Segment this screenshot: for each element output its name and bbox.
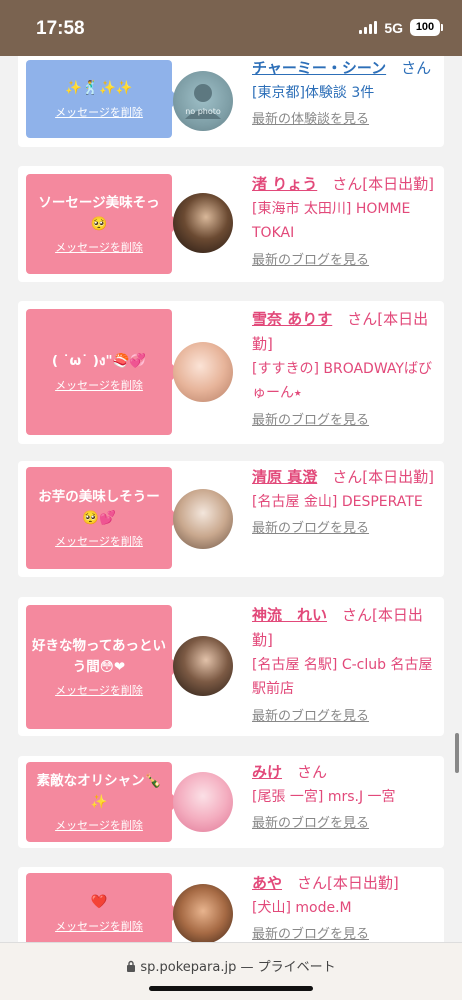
honorific: さん [342,606,373,624]
domain-text: sp.pokepara.jp [140,960,237,975]
card-info: 渚 りょう さん[本日出勤] [東海市 太田川] HOMME TOKAI 最新の… [252,172,442,268]
honorific: さん [332,175,363,193]
avatar[interactable] [173,772,233,832]
photo-placeholder-label: no photo [185,107,221,116]
latest-blog-link[interactable]: 最新のブログを見る [252,409,442,428]
profile-name-link[interactable]: みけ [252,763,282,781]
delete-message-link[interactable]: メッセージを削除 [55,918,143,934]
latest-blog-link[interactable]: 最新のブログを見る [252,249,442,268]
delete-message-link[interactable]: メッセージを削除 [55,682,143,698]
avatar[interactable] [173,489,233,549]
location-text: [東京都]体験談 3件 [252,84,375,101]
avatar[interactable] [173,193,233,253]
no-photo-icon [185,84,221,119]
delete-message-link[interactable]: メッセージを削除 [55,533,143,549]
message-feed[interactable]: ✨🕺✨✨ メッセージを削除 no photo チャーミー・シーン さん [東京都… [0,56,462,942]
status-time: 17:58 [36,18,85,39]
card-info: 神流 れい さん[本日出勤] [名古屋 名駅] C-club 名古屋駅前店 最新… [252,603,442,724]
latest-blog-link[interactable]: 最新のブログを見る [252,923,442,942]
avatar[interactable]: no photo [173,71,233,131]
message-card: お芋の美味しそうー🥺💕 メッセージを削除 清原 真澄 さん[本日出勤] [名古屋… [18,461,444,577]
honorific: さん [401,59,432,77]
honorific: さん [297,874,328,892]
browser-address-bar[interactable]: sp.pokepara.jp — プライベート [0,942,462,1000]
honorific: さん [332,468,363,486]
card-info: チャーミー・シーン さん [東京都]体験談 3件 最新の体験談を見る [252,56,442,127]
profile-name-link[interactable]: 清原 真澄 [252,468,317,486]
avatar[interactable] [173,636,233,696]
latest-blog-link[interactable]: 最新のブログを見る [252,705,442,724]
location-text: [名古屋 金山] DESPERATE [252,493,423,510]
latest-reviews-link[interactable]: 最新の体験談を見る [252,108,442,127]
message-bubble: ( ˙ω˙ )ง"🍣💞 メッセージを削除 [26,309,180,435]
message-card: 好きな物ってあっという間😳❤ メッセージを削除 神流 れい さん[本日出勤] [… [18,597,444,736]
profile-name-link[interactable]: 雪奈 ありす [252,310,332,328]
location-text: [すすきの] BROADWAYばびゅーん⭑ [252,360,432,402]
location-text: [東海市 太田川] HOMME TOKAI [252,200,411,242]
profile-name-link[interactable]: 神流 れい [252,606,327,624]
network-label: 5G [384,19,403,36]
status-icons: 5G 100 [359,19,443,36]
message-text: ( ˙ω˙ )ง"🍣💞 [51,353,147,370]
status-tag: [本日出勤] [327,874,399,892]
card-info: 雪奈 ありす さん[本日出勤] [すすきの] BROADWAYばびゅーん⭑ 最新… [252,307,442,428]
separator: — [240,960,254,975]
delete-message-link[interactable]: メッセージを削除 [55,377,143,393]
message-card: ソーセージ美味そっ🥺 メッセージを削除 渚 りょう さん[本日出勤] [東海市 … [18,166,444,282]
message-text: 素敵なオリシャン🍾✨ [36,773,162,810]
delete-message-link[interactable]: メッセージを削除 [55,104,143,120]
honorific: さん [347,310,378,328]
profile-name-link[interactable]: 渚 りょう [252,175,317,193]
scrollbar[interactable] [455,733,459,773]
message-bubble: 素敵なオリシャン🍾✨ メッセージを削除 [26,762,180,842]
latest-blog-link[interactable]: 最新のブログを見る [252,517,442,536]
avatar[interactable] [173,884,233,942]
location-text: [名古屋 名駅] C-club 名古屋駅前店 [252,656,433,698]
profile-name-link[interactable]: チャーミー・シーン [252,59,386,77]
latest-blog-link[interactable]: 最新のブログを見る [252,812,442,831]
message-bubble: 好きな物ってあっという間😳❤ メッセージを削除 [26,605,180,729]
private-mode-label: プライベート [257,960,336,975]
message-text: ❤️ [90,894,108,911]
status-tag: [本日出勤] [362,468,434,486]
message-text: お芋の美味しそうー🥺💕 [38,489,160,526]
message-card: ✨🕺✨✨ メッセージを削除 no photo チャーミー・シーン さん [東京都… [18,56,444,147]
cellular-signal-icon [359,21,378,34]
message-card: ( ˙ω˙ )ง"🍣💞 メッセージを削除 雪奈 ありす さん[本日出勤] [すす… [18,301,444,444]
message-text: 好きな物ってあっという間😳❤ [32,638,166,675]
lock-icon [127,960,136,972]
message-text: ソーセージ美味そっ🥺 [38,195,160,232]
delete-message-link[interactable]: メッセージを削除 [55,239,143,255]
card-info: 清原 真澄 さん[本日出勤] [名古屋 金山] DESPERATE 最新のブログ… [252,465,442,536]
message-bubble: お芋の美味しそうー🥺💕 メッセージを削除 [26,467,180,569]
profile-name-link[interactable]: あや [252,874,282,892]
message-text: ✨🕺✨✨ [65,80,133,97]
card-info: みけ さん [尾張 一宮] mrs.J 一宮 最新のブログを見る [252,760,442,831]
message-bubble: ❤️ メッセージを削除 [26,873,180,942]
message-bubble: ソーセージ美味そっ🥺 メッセージを削除 [26,174,180,274]
honorific: さん [297,763,328,781]
home-indicator[interactable] [149,986,313,991]
message-card: 素敵なオリシャン🍾✨ メッセージを削除 みけ さん [尾張 一宮] mrs.J … [18,756,444,848]
message-card: ❤️ メッセージを削除 あや さん[本日出勤] [犬山] mode.M 最新のブ… [18,867,444,942]
status-bar: 17:58 5G 100 [0,0,462,56]
card-info: あや さん[本日出勤] [犬山] mode.M 最新のブログを見る [252,871,442,942]
avatar[interactable] [173,342,233,402]
message-bubble: ✨🕺✨✨ メッセージを削除 [26,60,180,138]
location-text: [犬山] mode.M [252,899,352,916]
url-line[interactable]: sp.pokepara.jp — プライベート [0,956,462,975]
location-text: [尾張 一宮] mrs.J 一宮 [252,788,396,805]
battery-icon: 100 [410,19,443,36]
delete-message-link[interactable]: メッセージを削除 [55,817,143,833]
status-tag: [本日出勤] [362,175,434,193]
